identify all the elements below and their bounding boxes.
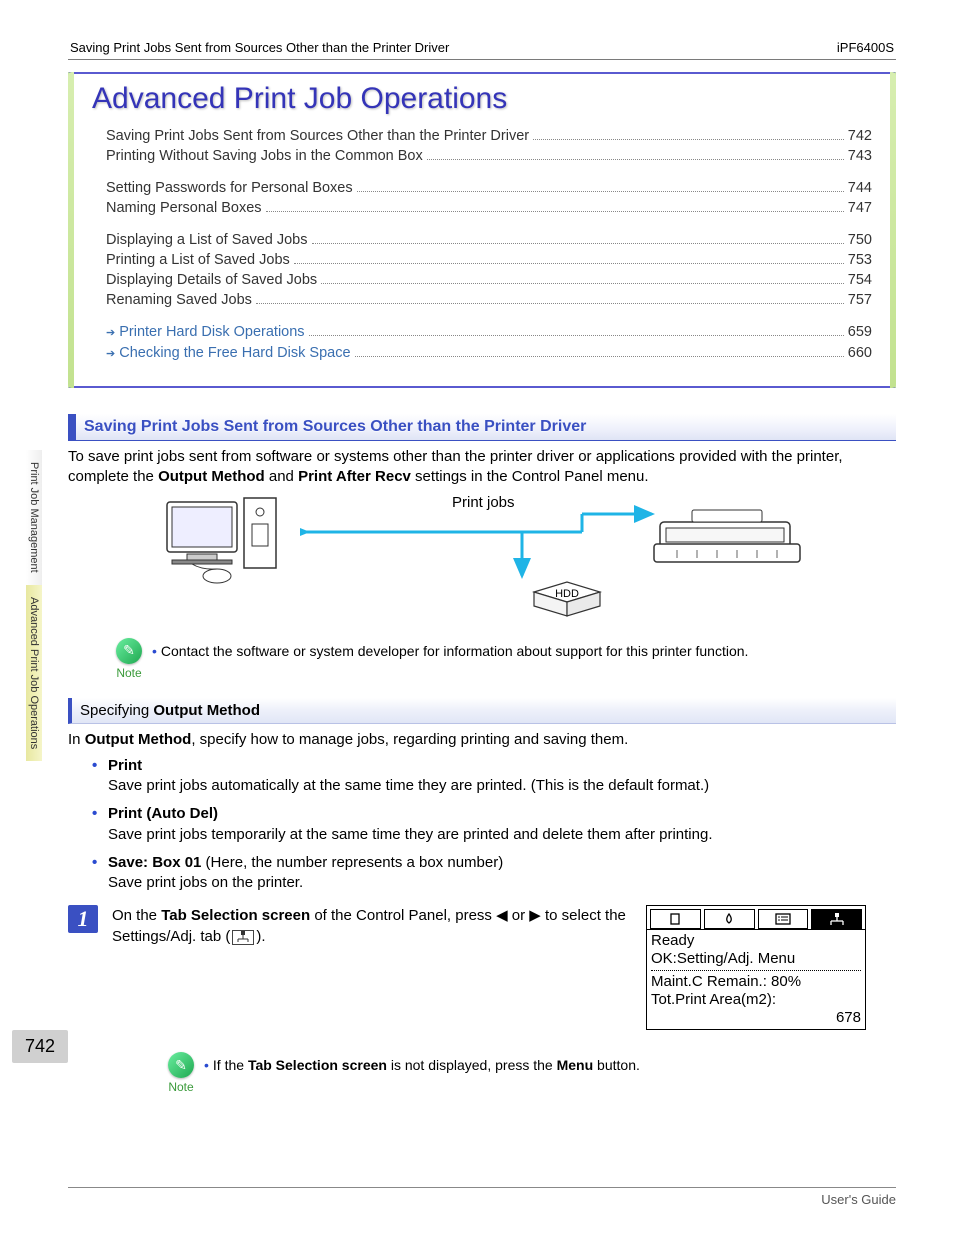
model-label: iPF6400S: [837, 40, 894, 55]
step-number: 1: [68, 905, 98, 933]
toc-group-4: ➔ Printer Hard Disk Operations659 ➔ Chec…: [106, 322, 872, 364]
lcd-line: Tot.Print Area(m2):: [651, 991, 861, 1009]
toc-row[interactable]: ➔ Checking the Free Hard Disk Space660: [106, 343, 872, 364]
note-label: Note: [116, 666, 142, 680]
side-tab-strip: Print Job Management Advanced Print Job …: [26, 450, 46, 761]
bullet-icon: •: [152, 643, 157, 659]
page-title: Advanced Print Job Operations: [92, 82, 872, 116]
toc-row[interactable]: Naming Personal Boxes747: [106, 198, 872, 218]
lcd-panel: Ready OK:Setting/Adj. Menu Maint.C Remai…: [646, 905, 866, 1030]
bullet-icon: •: [204, 1057, 209, 1073]
toc-dots: [533, 139, 844, 140]
list-item: Print (Auto Del) Save print jobs tempora…: [92, 804, 896, 845]
subheading: Specifying Output Method: [68, 698, 896, 724]
toc-group-1: Saving Print Jobs Sent from Sources Othe…: [106, 126, 872, 166]
lcd-line: 678: [651, 1009, 861, 1027]
step-1-row: 1 On the Tab Selection screen of the Con…: [68, 905, 896, 1030]
toc-row[interactable]: Displaying Details of Saved Jobs754: [106, 270, 872, 290]
section-heading: Saving Print Jobs Sent from Sources Othe…: [68, 414, 896, 441]
flow-diagram: Print jobs HDD: [162, 494, 802, 624]
arrow-right-icon: ➔: [106, 323, 115, 343]
intro-paragraph: To save print jobs sent from software or…: [68, 447, 896, 488]
flow-arrows: [262, 504, 682, 614]
note-text: •Contact the software or system develope…: [152, 642, 748, 661]
pencil-icon: ✎: [168, 1052, 194, 1078]
note-text: •If the Tab Selection screen is not disp…: [204, 1056, 640, 1075]
lcd-line: Maint.C Remain.: 80%: [651, 973, 861, 991]
page-number-badge: 742: [12, 1030, 68, 1063]
side-tab-print-job-mgmt[interactable]: Print Job Management: [26, 450, 42, 585]
toc-row[interactable]: ➔ Printer Hard Disk Operations659: [106, 322, 872, 343]
toc-row[interactable]: Printing Without Saving Jobs in the Comm…: [106, 146, 872, 166]
toc-label: Printing Without Saving Jobs in the Comm…: [106, 146, 423, 166]
toc-row[interactable]: Printing a List of Saved Jobs753: [106, 250, 872, 270]
note-block-1: ✎ Note •Contact the software or system d…: [116, 638, 896, 680]
note-block-2: ✎ Note •If the Tab Selection screen is n…: [168, 1052, 896, 1094]
toc-page: 743: [848, 146, 872, 166]
settings-tab-icon: [232, 930, 254, 945]
lcd-tab-job-icon: [758, 909, 809, 929]
hdd-icon: HDD: [532, 580, 602, 620]
lcd-tab-settings-icon: [811, 909, 862, 929]
bullet-list: Print Save print jobs automatically at t…: [92, 756, 896, 894]
toc-row[interactable]: Renaming Saved Jobs757: [106, 290, 872, 310]
output-method-intro: In Output Method, specify how to manage …: [68, 730, 896, 750]
arrow-right-icon: ➔: [106, 344, 115, 364]
breadcrumb: Saving Print Jobs Sent from Sources Othe…: [70, 40, 449, 55]
side-tab-advanced-ops[interactable]: Advanced Print Job Operations: [26, 585, 42, 761]
toc-row[interactable]: Displaying a List of Saved Jobs750: [106, 230, 872, 250]
toc-page: 742: [848, 126, 872, 146]
toc-label: Saving Print Jobs Sent from Sources Othe…: [106, 126, 529, 146]
note-label: Note: [168, 1080, 194, 1094]
title-panel: Advanced Print Job Operations Saving Pri…: [68, 72, 896, 388]
header-row: Saving Print Jobs Sent from Sources Othe…: [68, 40, 896, 60]
toc-group-2: Setting Passwords for Personal Boxes744 …: [106, 178, 872, 218]
lcd-tab-paper-icon: [650, 909, 701, 929]
lcd-line: Ready: [651, 932, 861, 950]
toc-group-3: Displaying a List of Saved Jobs750 Print…: [106, 230, 872, 310]
hdd-text: HDD: [555, 588, 579, 600]
lcd-line: OK:Setting/Adj. Menu: [651, 950, 861, 968]
footer: User's Guide: [68, 1187, 896, 1207]
step-text: On the Tab Selection screen of the Contr…: [112, 905, 632, 947]
toc-row[interactable]: Saving Print Jobs Sent from Sources Othe…: [106, 126, 872, 146]
lcd-tab-row: [647, 906, 865, 930]
pencil-icon: ✎: [116, 638, 142, 664]
lcd-tab-ink-icon: [704, 909, 755, 929]
lcd-divider: [651, 970, 861, 971]
footer-text: User's Guide: [821, 1192, 896, 1207]
list-item: Save: Box 01 (Here, the number represent…: [92, 853, 896, 894]
toc-row[interactable]: Setting Passwords for Personal Boxes744: [106, 178, 872, 198]
list-item: Print Save print jobs automatically at t…: [92, 756, 896, 797]
lcd-body: Ready OK:Setting/Adj. Menu Maint.C Remai…: [647, 930, 865, 1029]
printer-icon: [652, 504, 802, 574]
